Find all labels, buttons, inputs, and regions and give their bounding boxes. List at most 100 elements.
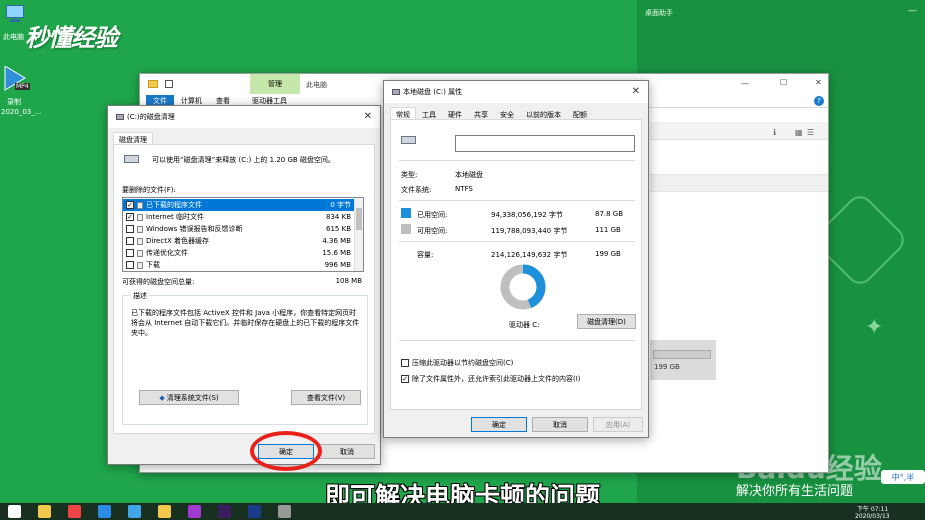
file-row[interactable]: 传递优化文件 15.6 MB <box>123 247 355 259</box>
divider-4 <box>399 340 635 341</box>
capacity-gb: 199 GB <box>595 250 621 258</box>
file-name: 下载 <box>146 261 160 269</box>
compress-checkbox[interactable] <box>401 359 409 367</box>
compress-label: 压缩此驱动器以节约磁盘空间(C) <box>412 359 514 367</box>
properties-apply-button[interactable]: 应用(A) <box>593 417 643 432</box>
drive-tile[interactable] <box>650 340 716 380</box>
minimize-icon[interactable]: — <box>741 79 749 88</box>
assistant-close-icon[interactable]: — <box>908 6 917 16</box>
file-type-icon <box>137 201 143 209</box>
cleanup-cancel-button[interactable]: 取消 <box>319 444 375 459</box>
file-type-icon <box>137 225 143 233</box>
taskbar-date[interactable]: 2020/03/13 <box>855 513 890 520</box>
cleanup-titlebar: (C:)的磁盘清理 <box>108 106 380 128</box>
file-checkbox[interactable] <box>126 249 134 257</box>
file-size: 615 KB <box>326 225 351 233</box>
view-files-button[interactable]: 查看文件(V) <box>291 390 361 405</box>
cleanup-close-icon[interactable]: ✕ <box>364 111 372 122</box>
files-list[interactable]: ✓ 已下载的程序文件 0 字节 ✓ Internet 临时文件 834 KB Windows… <box>122 197 364 272</box>
premiere-icon[interactable] <box>218 505 231 518</box>
ribbon-help-icon[interactable]: ? <box>814 96 824 106</box>
file-explorer-icon[interactable] <box>38 505 51 518</box>
type-value: 本地磁盘 <box>455 171 483 179</box>
file-size: 4.36 MB <box>322 237 351 245</box>
file-row[interactable]: Windows 错误报告和反馈诊断 615 KB <box>123 223 355 235</box>
file-size: 0 字节 <box>330 201 351 209</box>
list-scrollbar[interactable] <box>354 198 363 271</box>
scrollbar-thumb[interactable] <box>356 208 362 230</box>
toolbar-list-icon[interactable]: ☰ <box>807 128 814 137</box>
file-row[interactable]: 下载 996 MB <box>123 259 355 271</box>
divider-3 <box>399 241 635 242</box>
fs-label: 文件系统: <box>401 186 432 194</box>
maximize-icon[interactable]: ☐ <box>780 78 787 87</box>
this-pc-label: 此电脑 <box>3 33 24 41</box>
recording-file-icon[interactable]: MP4 <box>3 65 33 92</box>
tool-icon[interactable] <box>278 505 291 518</box>
explorer-title: 此电脑 <box>306 81 327 89</box>
free-swatch <box>401 224 411 234</box>
free-gb: 111 GB <box>595 226 621 234</box>
properties-cancel-button[interactable]: 取消 <box>532 417 588 432</box>
type-label: 类型: <box>401 171 418 179</box>
toolbar-info-icon[interactable]: ℹ <box>773 128 776 137</box>
file-checkbox[interactable]: ✓ <box>126 213 134 221</box>
free-bytes: 119,788,093,440 字节 <box>491 227 568 235</box>
file-checkbox[interactable] <box>126 237 134 245</box>
file-row[interactable]: DirectX 着色器缓存 4.36 MB <box>123 235 355 247</box>
file-checkbox[interactable] <box>126 261 134 269</box>
file-checkbox[interactable] <box>126 225 134 233</box>
cleanup-title: (C:)的磁盘清理 <box>127 113 175 121</box>
index-label: 除了文件属性外，还允许索引此驱动器上文件的内容(I) <box>412 375 581 383</box>
notes-icon[interactable] <box>158 505 171 518</box>
total-value: 108 MB <box>335 277 362 285</box>
cleanup-system-files-button[interactable]: ◆ 清理系统文件(S) <box>139 390 239 405</box>
drive-tile-bar <box>653 350 711 359</box>
index-checkbox[interactable]: ✓ <box>401 375 409 383</box>
qat-check-icon[interactable] <box>165 80 173 88</box>
properties-titlebar: 本地磁盘 (C:) 属性 <box>384 81 648 103</box>
properties-drive-icon <box>401 136 416 144</box>
used-label: 已用空间: <box>417 211 448 219</box>
properties-close-icon[interactable]: ✕ <box>632 86 640 97</box>
mp4-badge: MP4 <box>15 83 30 90</box>
properties-dialog[interactable]: 本地磁盘 (C:) 属性 ✕ 常规 工具 硬件 共享 安全 以前的版本 配额 类型: 本地磁… <box>383 80 649 438</box>
drive-icon <box>124 155 139 163</box>
media-icon[interactable] <box>188 505 201 518</box>
file-type-icon <box>137 261 143 269</box>
app-icon[interactable] <box>128 505 141 518</box>
search-box[interactable] <box>650 174 828 192</box>
used-bytes: 94,338,056,192 字节 <box>491 211 563 219</box>
star-icon: ✦ <box>865 315 884 340</box>
disk-cleanup-dialog[interactable]: (C:)的磁盘清理 ✕ 磁盘清理 可以使用“磁盘清理”来释放 (C:) 上的 1… <box>107 105 381 465</box>
video-icon[interactable] <box>248 505 261 518</box>
disk-cleanup-button[interactable]: 磁盘清理(D) <box>577 314 636 329</box>
recording-file-label: 录制 2020_03_... <box>1 97 41 117</box>
file-type-icon <box>137 213 143 221</box>
file-checkbox[interactable]: ✓ <box>126 201 134 209</box>
compress-option[interactable]: 压缩此驱动器以节约磁盘空间(C) <box>401 358 513 368</box>
file-row[interactable]: ✓ 已下载的程序文件 0 字节 <box>123 199 355 211</box>
close-icon[interactable]: ✕ <box>815 78 822 87</box>
divider-2 <box>399 200 635 201</box>
taskbar-time[interactable]: 下午 07:11 <box>857 504 888 513</box>
file-rows: ✓ 已下载的程序文件 0 字节 ✓ Internet 临时文件 834 KB Windows… <box>123 199 355 271</box>
file-row[interactable]: ✓ Internet 临时文件 834 KB <box>123 211 355 223</box>
drive-label: 驱动器 C: <box>509 321 540 329</box>
cleanup-panel: 可以使用“磁盘清理”来释放 (C:) 上的 1.20 GB 磁盘空间。 要删除的… <box>113 144 375 434</box>
manage-tab[interactable]: 管理 <box>250 74 300 94</box>
volume-name-input[interactable] <box>455 135 635 152</box>
properties-title: 本地磁盘 (C:) 属性 <box>403 88 463 96</box>
index-option[interactable]: ✓ 除了文件属性外，还允许索引此驱动器上文件的内容(I) <box>401 374 581 384</box>
folder-icon <box>148 80 158 88</box>
file-name: DirectX 着色器缓存 <box>146 237 209 245</box>
browser-icon[interactable] <box>98 505 111 518</box>
recording-label-line-1: 录制 <box>7 98 21 106</box>
description-group: 描述 已下载的程序文件包括 ActiveX 控件和 Java 小程序，你查看特定… <box>122 291 368 425</box>
capacity-label: 容量: <box>417 251 434 259</box>
properties-ok-button[interactable]: 确定 <box>471 417 527 432</box>
start-icon[interactable] <box>8 505 21 518</box>
properties-panel: 类型: 本地磁盘 文件系统: NTFS 已用空间: 94,338,056,192… <box>390 119 642 410</box>
chrome-icon[interactable] <box>68 505 81 518</box>
toolbar-grid-icon[interactable]: ▦ <box>795 128 803 137</box>
